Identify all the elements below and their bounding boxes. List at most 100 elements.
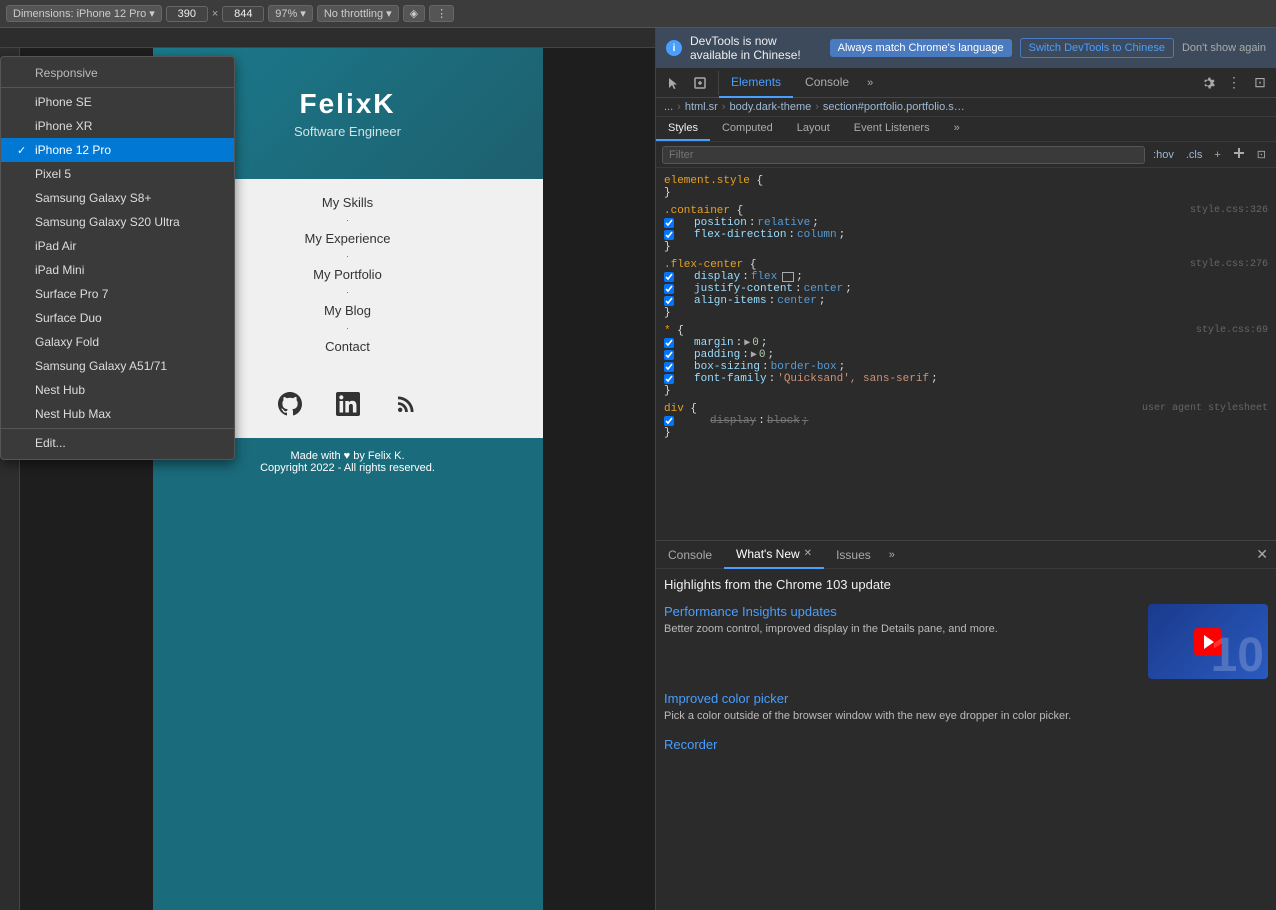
css-value-margin[interactable]: 0 bbox=[752, 337, 759, 349]
surface-duo-option[interactable]: Surface Duo bbox=[1, 306, 234, 330]
menu-my-experience[interactable]: My Experience bbox=[305, 225, 391, 252]
flex-layout-icon[interactable] bbox=[782, 272, 794, 282]
height-input[interactable] bbox=[222, 6, 264, 22]
css-value-boxsizing[interactable]: border-box bbox=[771, 361, 837, 373]
css-selector-container[interactable]: .container bbox=[664, 205, 730, 217]
css-value-display-ua[interactable]: block bbox=[767, 415, 800, 427]
css-selector-div[interactable]: div bbox=[664, 403, 684, 415]
menu-my-blog[interactable]: My Blog bbox=[324, 297, 371, 324]
styles-tab[interactable]: Styles bbox=[656, 117, 710, 141]
hov-toggle[interactable]: :hov bbox=[1149, 147, 1178, 163]
tab-console[interactable]: Console bbox=[793, 68, 861, 98]
galaxy-fold-option[interactable]: Galaxy Fold bbox=[1, 330, 234, 354]
menu-contact[interactable]: Contact bbox=[325, 333, 370, 360]
network-conditions-btn[interactable]: ◈ bbox=[403, 5, 425, 22]
css-source-star[interactable]: style.css:69 bbox=[1196, 325, 1268, 336]
ipad-mini-option[interactable]: iPad Mini bbox=[1, 258, 234, 282]
feature-card-title-color[interactable]: Improved color picker bbox=[664, 691, 1268, 706]
menu-my-skills[interactable]: My Skills bbox=[322, 189, 373, 216]
css-brace-open-2: { bbox=[737, 205, 744, 217]
samsung-s20-option[interactable]: Samsung Galaxy S20 Ultra bbox=[1, 210, 234, 234]
iphone-xr-option[interactable]: iPhone XR bbox=[1, 114, 234, 138]
css-checkbox-justify[interactable] bbox=[664, 284, 674, 294]
css-checkbox-align[interactable] bbox=[664, 296, 674, 306]
github-icon[interactable] bbox=[276, 390, 304, 418]
breadcrumb-body[interactable]: body.dark-theme bbox=[730, 101, 812, 113]
cls-toggle[interactable]: .cls bbox=[1182, 147, 1207, 163]
samsung-s8-option[interactable]: Samsung Galaxy S8+ bbox=[1, 186, 234, 210]
linkedin-icon[interactable] bbox=[334, 390, 362, 418]
breadcrumb-html[interactable]: html.sr bbox=[685, 101, 718, 113]
settings-btn[interactable] bbox=[1196, 71, 1220, 95]
css-value-align[interactable]: center bbox=[777, 295, 817, 307]
zoom-dropdown[interactable]: 97% ▾ bbox=[268, 5, 313, 22]
css-selector-flex-center[interactable]: .flex-center bbox=[664, 259, 743, 271]
iphone-se-option[interactable]: iPhone SE bbox=[1, 90, 234, 114]
iphone-12-pro-option[interactable]: ✓ iPhone 12 Pro bbox=[1, 138, 234, 162]
breadcrumb-section[interactable]: section#portfolio.portfolio.s… bbox=[823, 101, 965, 113]
tab-more-btn[interactable]: » bbox=[861, 77, 879, 89]
margin-expand[interactable]: ▶ bbox=[744, 337, 750, 349]
css-selector-element-style[interactable]: element.style bbox=[664, 175, 750, 187]
css-checkbox-flexdir[interactable] bbox=[664, 230, 674, 240]
css-value-flexdir[interactable]: column bbox=[797, 229, 837, 241]
tab-elements[interactable]: Elements bbox=[719, 68, 793, 98]
css-checkbox-boxsizing[interactable] bbox=[664, 362, 674, 372]
css-checkbox-fontfamily[interactable] bbox=[664, 374, 674, 384]
bottom-tab-issues[interactable]: Issues bbox=[824, 541, 883, 569]
css-semi-3: ; bbox=[796, 271, 803, 283]
padding-expand[interactable]: ▶ bbox=[751, 349, 757, 361]
dock-btn[interactable]: ⊡ bbox=[1248, 71, 1272, 95]
match-language-btn[interactable]: Always match Chrome's language bbox=[830, 39, 1012, 57]
css-value-fontfamily[interactable]: 'Quicksand', sans-serif bbox=[777, 373, 929, 385]
event-listeners-tab[interactable]: Event Listeners bbox=[842, 117, 942, 141]
throttle-dropdown[interactable]: No throttling ▾ bbox=[317, 5, 399, 22]
computed-tab[interactable]: Computed bbox=[710, 117, 785, 141]
css-source-container[interactable]: style.css:326 bbox=[1190, 205, 1268, 216]
styles-more-btn[interactable]: ⊡ bbox=[1253, 146, 1270, 163]
cursor-tool-btn[interactable] bbox=[662, 71, 686, 95]
pixel-5-option[interactable]: Pixel 5 bbox=[1, 162, 234, 186]
feature-card-title-perf[interactable]: Performance Insights updates bbox=[664, 604, 1136, 619]
styles-tab-more[interactable]: » bbox=[942, 117, 972, 141]
css-value-display[interactable]: flex bbox=[751, 271, 777, 283]
css-source-flex-center[interactable]: style.css:276 bbox=[1190, 259, 1268, 270]
blog-icon[interactable] bbox=[392, 390, 420, 418]
bottom-tab-more[interactable]: » bbox=[883, 549, 901, 561]
css-value-position[interactable]: relative bbox=[757, 217, 810, 229]
responsive-option[interactable]: Responsive bbox=[1, 61, 234, 85]
edit-option[interactable]: Edit... bbox=[1, 431, 234, 455]
layout-tab[interactable]: Layout bbox=[785, 117, 842, 141]
close-whats-new-btn[interactable]: ✕ bbox=[804, 548, 812, 559]
breadcrumb-dots[interactable]: ... bbox=[664, 101, 673, 113]
css-checkbox-display-ua[interactable] bbox=[664, 416, 674, 426]
add-style-btn[interactable]: + bbox=[1210, 147, 1224, 163]
new-style-rule-btn[interactable] bbox=[1229, 145, 1249, 164]
css-value-justify[interactable]: center bbox=[804, 283, 844, 295]
ipad-air-option[interactable]: iPad Air bbox=[1, 234, 234, 258]
css-checkbox-margin[interactable] bbox=[664, 338, 674, 348]
menu-my-portfolio[interactable]: My Portfolio bbox=[313, 261, 382, 288]
feature-card-title-recorder[interactable]: Recorder bbox=[664, 737, 1268, 752]
css-checkbox-padding[interactable] bbox=[664, 350, 674, 360]
dimensions-dropdown[interactable]: Dimensions: iPhone 12 Pro ▾ bbox=[6, 5, 162, 22]
css-selector-star[interactable]: * bbox=[664, 325, 671, 337]
nest-hub-max-option[interactable]: Nest Hub Max bbox=[1, 402, 234, 426]
css-line-display-ua: display : block ; bbox=[664, 415, 1268, 427]
surface-pro-7-option[interactable]: Surface Pro 7 bbox=[1, 282, 234, 306]
bottom-tab-whats-new[interactable]: What's New ✕ bbox=[724, 541, 824, 569]
more-devtools-btn[interactable]: ⋮ bbox=[1222, 71, 1246, 95]
width-input[interactable] bbox=[166, 6, 208, 22]
samsung-a51-option[interactable]: Samsung Galaxy A51/71 bbox=[1, 354, 234, 378]
css-checkbox-display[interactable] bbox=[664, 272, 674, 282]
switch-chinese-btn[interactable]: Switch DevTools to Chinese bbox=[1020, 38, 1174, 58]
close-bottom-panel-btn[interactable]: ✕ bbox=[1256, 546, 1276, 563]
more-options-btn[interactable]: ⋮ bbox=[429, 5, 454, 22]
nest-hub-option[interactable]: Nest Hub bbox=[1, 378, 234, 402]
css-value-padding[interactable]: 0 bbox=[759, 349, 766, 361]
bottom-tab-console[interactable]: Console bbox=[656, 541, 724, 569]
css-checkbox-position[interactable] bbox=[664, 218, 674, 228]
styles-filter-input[interactable] bbox=[662, 146, 1145, 164]
inspect-tool-btn[interactable] bbox=[688, 71, 712, 95]
dont-show-again-link[interactable]: Don't show again bbox=[1182, 42, 1266, 54]
